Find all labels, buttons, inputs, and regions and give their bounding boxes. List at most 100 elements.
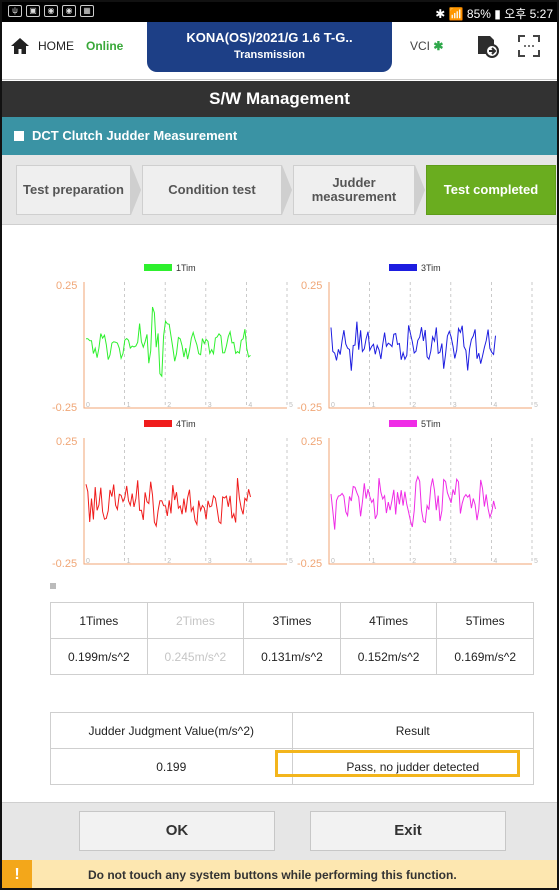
header-4times: 4Times [339, 602, 438, 639]
x-tick-label: 5 [534, 558, 538, 565]
home-label: HOME [38, 39, 74, 53]
chart-svg: 4Tim0 1 2 3 4 50.25-0.25 [52, 419, 293, 570]
legend-label: 3Tim [421, 263, 441, 273]
y-tick-label: -0.25 [52, 558, 77, 570]
x-tick-label: 1 [127, 402, 131, 409]
x-tick-label: 4 [493, 402, 497, 409]
vci-status[interactable]: VCI ✱ [410, 39, 443, 53]
exit-button[interactable]: Exit [310, 811, 506, 851]
series-line [330, 475, 496, 530]
x-tick-label: 3 [208, 402, 212, 409]
x-tick-label: 4 [248, 402, 252, 409]
chart-svg: 1Tim0 1 2 3 4 50.25-0.25 [52, 263, 293, 414]
y-tick-label: 0.25 [301, 436, 322, 448]
y-tick-label: -0.25 [297, 402, 322, 414]
section-title: DCT Clutch Judder Measurement [32, 128, 238, 143]
usb-icon: ψ [8, 5, 22, 17]
x-tick-label: 2 [412, 402, 416, 409]
x-tick-label: 4 [493, 558, 497, 565]
online-status: Online [86, 39, 124, 53]
app-icon-2: ◉ [62, 5, 76, 17]
y-tick-label: -0.25 [297, 558, 322, 570]
status-right: ✱ 📶 85% ▮ 오후 5:27 [435, 7, 553, 21]
step-arrow [131, 165, 141, 215]
table-row: 0.199m/s^2 0.245m/s^2 0.131m/s^2 0.152m/… [50, 638, 534, 675]
x-tick-label: 1 [372, 402, 376, 409]
judgment-value: 0.199 [50, 748, 293, 785]
chart-axis [83, 282, 287, 409]
table-header-row: 1Times 2Times 3Times 4Times 5Times [50, 602, 534, 639]
warning-icon: ! [2, 860, 32, 888]
legend-swatch [144, 420, 172, 427]
app-icon: ◉ [44, 5, 58, 17]
status-icons: ψ ▣ ◉ ◉ ▦ [8, 5, 94, 17]
section-header: DCT Clutch Judder Measurement [2, 117, 557, 155]
marker-square [50, 583, 56, 589]
progress-steps: Test preparation Condition test Judder m… [2, 155, 557, 225]
header-2times: 2Times [146, 602, 245, 639]
x-tick-label: 1 [372, 558, 376, 565]
series-line [85, 478, 251, 528]
bluetooth-icon: ✱ [433, 39, 444, 53]
value-3times: 0.131m/s^2 [243, 638, 341, 675]
legend-label: 1Tim [176, 263, 196, 273]
top-bar: HOME Online KONA(OS)/2021/G 1.6 T-G.. Tr… [2, 22, 557, 80]
legend-swatch [389, 420, 417, 427]
result-highlight-box [275, 750, 520, 777]
home-button[interactable]: HOME Online [10, 36, 123, 56]
x-tick-label: 0 [331, 402, 335, 409]
waveform-chart-5: 5Tim 0 1 2 3 4 5 0.25 -0.25 [287, 416, 538, 576]
result-header: Result [291, 712, 534, 749]
step-arrow [282, 165, 292, 215]
y-tick-label: 0.25 [301, 280, 322, 292]
app-window: ψ ▣ ◉ ◉ ▦ ✱ 📶 85% ▮ 오후 5:27 HOME Online … [0, 0, 559, 890]
warning-bar: ! Do not touch any system buttons while … [2, 860, 557, 888]
waveform-chart-4: 4Tim 0 1 2 3 4 5 0.25 -0.25 [42, 416, 293, 576]
y-tick-label: 0.25 [56, 436, 77, 448]
step-test-preparation: Test preparation [16, 165, 131, 215]
page-title: S/W Management [2, 81, 557, 117]
chart-svg: 5Tim 0 1 2 3 4 5 0.25 -0.25 [297, 419, 538, 570]
step-condition-test: Condition test [142, 165, 282, 215]
series-line [86, 306, 251, 378]
calendar-icon: ▦ [80, 5, 94, 17]
value-4times: 0.152m/s^2 [339, 638, 438, 675]
x-tick-label: 2 [412, 558, 416, 565]
header-3times: 3Times [243, 602, 341, 639]
step-test-completed: Test completed [426, 165, 556, 215]
vehicle-name: KONA(OS)/2021/G 1.6 T-G.. [186, 30, 353, 45]
x-tick-label: 1 [127, 558, 131, 565]
system-status-bar: ψ ▣ ◉ ◉ ▦ ✱ 📶 85% ▮ 오후 5:27 [2, 2, 557, 22]
x-tick-label: 4 [248, 558, 252, 565]
judgment-value-header: Judder Judgment Value(m/s^2) [50, 712, 293, 749]
section-bullet-icon [14, 131, 24, 141]
value-5times: 0.169m/s^2 [436, 638, 534, 675]
legend-label: 4Tim [176, 419, 196, 429]
legend-swatch [144, 264, 172, 271]
ok-button[interactable]: OK [79, 811, 275, 851]
system-name: Transmission [234, 49, 305, 61]
x-tick-label: 2 [167, 402, 171, 409]
step-judder-measurement: Judder measurement [293, 165, 415, 215]
x-tick-label: 0 [86, 558, 90, 565]
step-arrow [415, 165, 425, 215]
header-5times: 5Times [436, 602, 534, 639]
series-line [330, 321, 496, 371]
x-tick-label: 0 [86, 402, 90, 409]
image-icon: ▣ [26, 5, 40, 17]
waveform-chart-1: 1Tim 0 1 2 3 4 5 0.25 -0.25 [42, 260, 293, 420]
value-1times: 0.199m/s^2 [50, 638, 148, 675]
vci-label: VCI [410, 39, 431, 53]
vehicle-info: KONA(OS)/2021/G 1.6 T-G.. Transmission [147, 22, 392, 72]
chart-axis [83, 438, 287, 565]
header-1times: 1Times [50, 602, 148, 639]
legend-swatch [389, 264, 417, 271]
button-bar: OK Exit [2, 802, 557, 860]
table-header-row: Judder Judgment Value(m/s^2) Result [50, 712, 534, 749]
value-2times: 0.245m/s^2 [146, 638, 245, 675]
x-tick-label: 3 [453, 558, 457, 565]
vci-device-icon[interactable] [472, 32, 500, 60]
x-tick-label: 2 [167, 558, 171, 565]
x-tick-label: 5 [534, 402, 538, 409]
screen-capture-icon[interactable] [517, 34, 541, 58]
